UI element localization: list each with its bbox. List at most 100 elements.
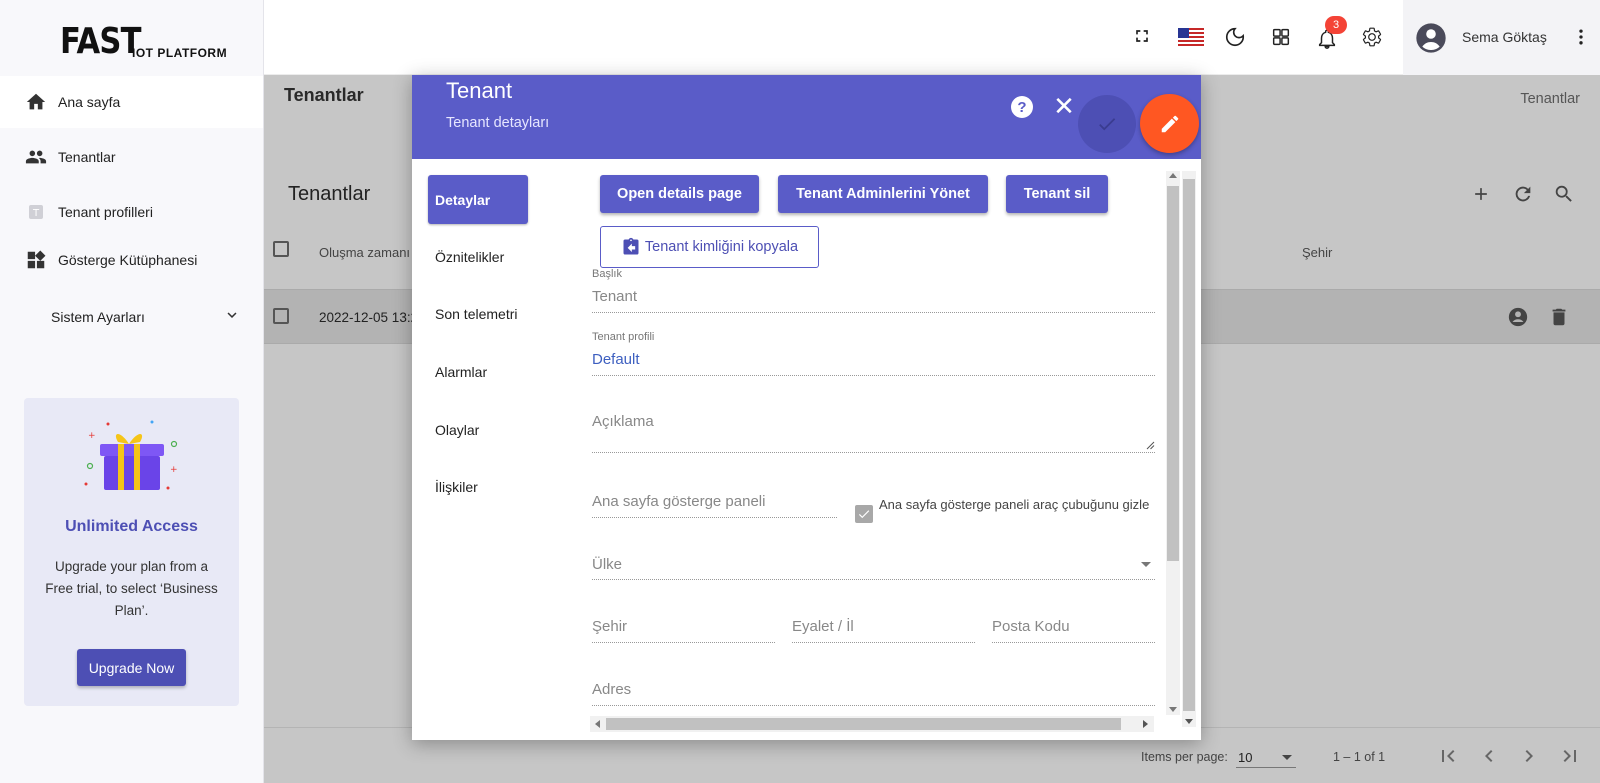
fullscreen-icon[interactable] — [1132, 26, 1152, 51]
apps-grid-icon[interactable] — [1270, 26, 1292, 53]
save-check-button[interactable] — [1078, 95, 1136, 153]
sidebar-item-home[interactable]: Ana sayfa — [0, 76, 263, 128]
tab-relations[interactable]: İlişkiler — [428, 462, 528, 511]
home-dashboard-field[interactable]: Ana sayfa gösterge paneli — [592, 493, 765, 510]
sidebar-item-label: Ana sayfa — [58, 94, 121, 110]
row-created: 2022-12-05 13:2 — [319, 310, 419, 325]
sidebar-item-system-settings[interactable]: Sistem Ayarları — [51, 306, 241, 327]
group-icon — [25, 146, 47, 168]
sidebar: FAST IOT PLATFORM Ana sayfa Tenantlar T … — [0, 0, 264, 783]
refresh-icon[interactable] — [1510, 181, 1536, 207]
first-page-icon[interactable] — [1436, 744, 1460, 773]
upgrade-promo-card: + + Unlimited Access Upgrade your plan f… — [24, 398, 239, 706]
manage-tenant-admins-button[interactable]: Tenant Adminlerini Yönet — [778, 175, 988, 213]
column-header-city[interactable]: Şehir — [1302, 245, 1332, 260]
sidebar-item-label: Tenantlar — [58, 149, 116, 165]
page-range: 1 – 1 of 1 — [1333, 750, 1386, 764]
delete-icon[interactable] — [1548, 306, 1570, 333]
state-field[interactable]: Eyalet / İl — [792, 618, 854, 635]
address-field[interactable]: Adres — [592, 681, 631, 698]
home-dashboard-underline — [592, 517, 837, 518]
upgrade-now-button[interactable]: Upgrade Now — [77, 649, 186, 686]
promo-title: Unlimited Access — [65, 518, 198, 535]
close-icon[interactable]: ✕ — [1051, 93, 1077, 119]
city-field[interactable]: Şehir — [592, 618, 627, 635]
dark-mode-moon-icon[interactable] — [1224, 26, 1246, 53]
logo-text: FAST — [60, 21, 141, 62]
scroll-up-arrow-icon — [1169, 173, 1177, 178]
delete-tenant-button[interactable]: Tenant sil — [1006, 175, 1108, 213]
sidebar-item-label: Sistem Ayarları — [51, 308, 145, 325]
items-per-page-label: Items per page: — [1141, 750, 1228, 764]
promo-description: Upgrade your plan from a Free trial, to … — [45, 559, 218, 618]
copy-tenant-id-label: Tenant kimliğini kopyala — [644, 239, 799, 255]
top-bar — [264, 0, 1600, 75]
notifications-badge: 3 — [1325, 16, 1347, 34]
us-flag-icon[interactable] — [1178, 28, 1204, 51]
title-field-underline — [592, 312, 1155, 313]
sidebar-item-tenant-profiles[interactable]: T Tenant profilleri — [0, 186, 263, 238]
check-icon — [858, 510, 870, 519]
address-underline — [592, 705, 1155, 706]
tenant-profile-icon: T — [25, 201, 47, 223]
tab-events[interactable]: Olaylar — [428, 405, 528, 454]
tab-details[interactable]: Detaylar — [428, 175, 528, 224]
page-title: Tenantlar — [284, 85, 364, 105]
gear-icon[interactable] — [1361, 26, 1383, 53]
horizontal-scrollbar[interactable] — [590, 716, 1154, 732]
dialog-subtitle: Tenant detayları — [446, 115, 550, 131]
title-field[interactable]: Tenant — [592, 288, 637, 305]
edit-button[interactable] — [1140, 94, 1199, 153]
outer-scrollbar-thumb — [1183, 179, 1195, 711]
sidebar-item-tenants[interactable]: Tenantlar — [0, 131, 263, 183]
copy-tenant-id-button[interactable]: Tenant kimliğini kopyala — [600, 226, 819, 268]
prev-page-icon[interactable] — [1477, 744, 1501, 773]
dialog-title: Tenant — [446, 78, 513, 103]
description-underline — [592, 452, 1155, 453]
svg-text:+: + — [88, 431, 96, 441]
zip-field[interactable]: Posta Kodu — [992, 618, 1070, 635]
description-textarea[interactable]: Açıklama — [592, 413, 654, 430]
last-page-icon[interactable] — [1558, 744, 1582, 773]
tenant-profile-field[interactable]: Default — [592, 351, 640, 368]
open-details-page-button[interactable]: Open details page — [600, 175, 759, 213]
scroll-right-arrow-icon — [1143, 720, 1148, 728]
breadcrumb[interactable]: Tenantlar — [1520, 91, 1580, 107]
row-checkbox[interactable] — [273, 308, 289, 324]
vertical-scrollbar[interactable] — [1166, 171, 1196, 727]
tab-attributes[interactable]: Öznitelikler — [428, 232, 528, 281]
help-icon[interactable]: ? — [1011, 96, 1033, 118]
sidebar-item-widgets[interactable]: Gösterge Kütüphanesi — [0, 234, 263, 286]
items-per-page-select[interactable]: 10 — [1236, 746, 1296, 768]
dropdown-arrow-icon — [1141, 562, 1151, 567]
scroll-left-arrow-icon — [595, 720, 600, 728]
tenant-details-dialog: Tenant Tenant detayları ? ✕ Detaylar Özn… — [412, 75, 1201, 740]
logo-subtext: IOT PLATFORM — [132, 46, 228, 60]
outer-scroll-down-arrow-icon — [1185, 719, 1193, 724]
hide-toolbar-checkbox[interactable] — [855, 505, 873, 523]
add-icon[interactable] — [1468, 181, 1494, 207]
column-header-created[interactable]: Oluşma zamanı — [319, 245, 410, 260]
tab-alarms[interactable]: Alarmlar — [428, 347, 528, 396]
tab-latest-telemetry[interactable]: Son telemetri — [428, 289, 528, 338]
scroll-down-arrow-icon — [1169, 707, 1177, 712]
pencil-icon — [1161, 115, 1178, 132]
user-name: Sema Göktaş — [1462, 29, 1547, 45]
svg-text:+: + — [170, 465, 178, 475]
logo[interactable]: FAST IOT PLATFORM — [60, 20, 228, 62]
tenant-profile-label: Tenant profili — [592, 331, 655, 343]
home-icon — [25, 91, 47, 113]
scrollbar-thumb — [606, 718, 1121, 730]
avatar — [1415, 22, 1447, 59]
more-vert-icon[interactable] — [1571, 26, 1591, 53]
svg-text:T: T — [32, 208, 40, 219]
country-select[interactable]: Ülke — [592, 556, 622, 573]
select-all-checkbox[interactable] — [273, 241, 289, 257]
dialog-header: Tenant Tenant detayları ? ✕ — [412, 75, 1201, 159]
title-field-label: Başlık — [592, 268, 622, 280]
clipboard-icon — [621, 237, 641, 257]
account-circle-icon[interactable] — [1507, 306, 1529, 333]
tenant-profile-underline — [592, 375, 1155, 376]
next-page-icon[interactable] — [1517, 744, 1541, 773]
search-icon[interactable] — [1551, 181, 1577, 207]
